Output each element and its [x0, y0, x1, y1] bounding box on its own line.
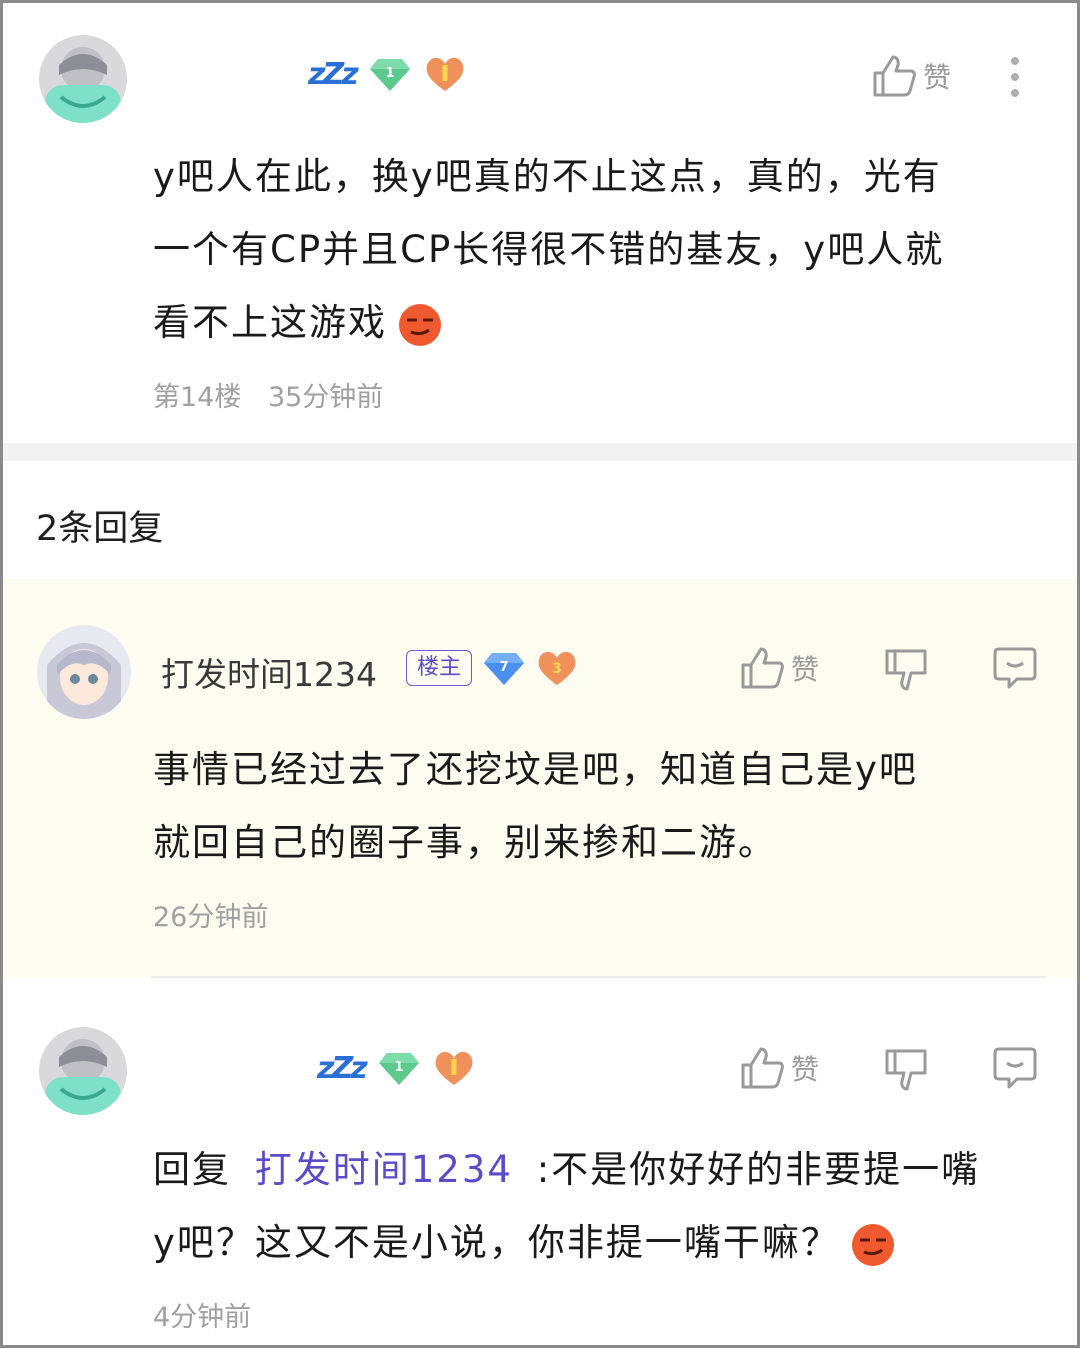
content-line: 看不上这游戏 — [153, 286, 1031, 359]
reply-content: 回复 打发时间1234 :不是你好好的非要提一嘴 y吧？这又不是小说，你非提一嘴… — [153, 1133, 1047, 1279]
gem-level-icon: 1 — [378, 1053, 419, 1085]
content-line: 回复 打发时间1234 :不是你好好的非要提一嘴 — [153, 1133, 1047, 1206]
svg-text:1: 1 — [385, 66, 394, 81]
username[interactable]: 打发时间1234 — [161, 648, 377, 696]
post-time: 35分钟前 — [267, 382, 384, 413]
reply-text: :不是你好好的非要提一嘴 — [536, 1148, 981, 1191]
like-label: 赞 — [791, 1053, 820, 1086]
reply-divider — [151, 976, 1045, 978]
floor-number: 第14楼 — [153, 382, 242, 413]
heart-level-icon — [435, 1051, 473, 1085]
avatar[interactable] — [37, 625, 131, 719]
thumbs-up-icon — [873, 55, 916, 97]
content-line: 一个有CP并且CP长得很不错的基友，y吧人就 — [153, 228, 945, 271]
svg-text:7: 7 — [499, 660, 508, 675]
more-icon — [1011, 57, 1019, 97]
like-button[interactable]: 赞 — [739, 645, 819, 691]
like-button[interactable]: 赞 — [871, 53, 951, 99]
like-button[interactable]: 赞 — [739, 1045, 819, 1091]
thumbs-down-icon — [885, 649, 927, 691]
like-label: 赞 — [791, 653, 820, 686]
reply-time: 4分钟前 — [153, 1302, 252, 1333]
comment-button[interactable] — [991, 645, 1039, 695]
reply-prefix: 回复 — [153, 1148, 231, 1191]
emoji-smirk-icon — [399, 303, 441, 346]
content-line: y吧？这又不是小说，你非提一嘴干嘛？ — [153, 1206, 1047, 1279]
dislike-button[interactable] — [883, 1047, 929, 1097]
avatar[interactable] — [39, 1027, 127, 1115]
user-badges: zZz 1 — [308, 55, 466, 93]
post-meta: 第14楼 35分钟前 — [153, 375, 383, 414]
comment-button[interactable] — [991, 1045, 1039, 1095]
sleep-status-icon: zZz — [308, 56, 359, 92]
section-divider — [3, 443, 1077, 461]
thumbs-down-icon — [885, 1049, 927, 1091]
content-line: y吧人在此，换y吧真的不止这点，真的，光有 — [153, 155, 942, 198]
comment-icon — [993, 1047, 1037, 1089]
reply-content: 事情已经过去了还挖坟是吧，知道自己是y吧 就回自己的圈子事，别来掺和二游。 — [153, 733, 1031, 879]
reply-time: 26分钟前 — [153, 902, 269, 933]
owner-tag: 楼主 — [406, 650, 473, 686]
gem-level-icon: 7 — [484, 653, 525, 685]
content-line: 事情已经过去了还挖坟是吧，知道自己是y吧 — [153, 748, 918, 791]
user-badges: 楼主 7 3 — [406, 649, 578, 687]
svg-text:1: 1 — [394, 1060, 403, 1075]
heart-level-icon — [426, 57, 464, 91]
mention-link[interactable]: 打发时间1234 — [255, 1148, 513, 1191]
like-label: 赞 — [923, 61, 952, 94]
more-button[interactable] — [1007, 55, 1023, 99]
dislike-button[interactable] — [883, 647, 929, 697]
thumbs-up-icon — [741, 1047, 784, 1089]
reply-count: 2条回复 — [36, 509, 164, 549]
post-content: y吧人在此，换y吧真的不止这点，真的，光有 一个有CP并且CP长得很不错的基友，… — [153, 140, 1031, 359]
heart-level-icon: 3 — [538, 651, 576, 685]
svg-text:3: 3 — [552, 661, 562, 677]
comment-icon — [993, 647, 1037, 689]
thumbs-up-icon — [741, 647, 784, 689]
user-badges: zZz 1 — [317, 1049, 475, 1087]
emoji-smirk-icon — [851, 1223, 894, 1266]
avatar[interactable] — [39, 35, 127, 123]
gem-level-icon: 1 — [369, 59, 410, 91]
content-line: 就回自己的圈子事，别来掺和二游。 — [153, 821, 777, 864]
sleep-status-icon: zZz — [317, 1050, 368, 1086]
